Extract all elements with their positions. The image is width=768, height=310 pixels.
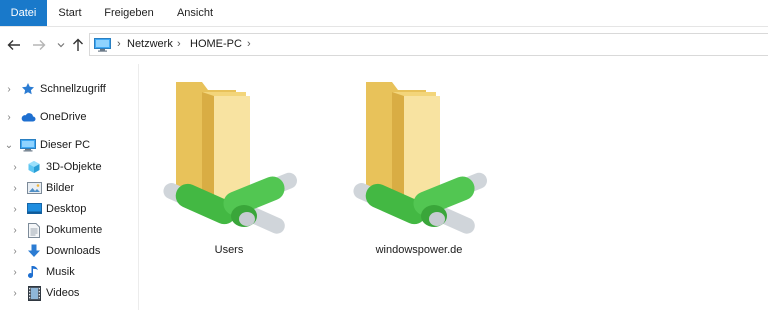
downloads-icon bbox=[26, 243, 42, 259]
chevron-right-icon[interactable]: › bbox=[4, 84, 14, 95]
tab-file[interactable]: Datei bbox=[0, 0, 47, 26]
sidebar-item-pictures[interactable]: › Bilder bbox=[10, 178, 74, 198]
star-icon bbox=[20, 81, 36, 97]
navigation-pane: › Schnellzugriff › OneDrive ⌄ Dieser PC … bbox=[0, 64, 139, 310]
desktop-icon bbox=[26, 201, 42, 217]
navigation-bar: › Netzwerk › HOME-PC › bbox=[0, 27, 768, 63]
pictures-icon bbox=[26, 180, 42, 196]
share-item-users[interactable]: Users bbox=[154, 66, 304, 266]
back-button[interactable] bbox=[6, 36, 22, 54]
tab-share[interactable]: Freigeben bbox=[96, 0, 162, 26]
recent-locations-button[interactable] bbox=[53, 36, 69, 54]
chevron-right-icon[interactable]: › bbox=[10, 183, 20, 194]
chevron-right-icon[interactable]: › bbox=[10, 225, 20, 236]
chevron-right-icon[interactable]: › bbox=[10, 267, 20, 278]
shared-folder-icon bbox=[353, 82, 487, 234]
breadcrumb-separator-icon[interactable]: › bbox=[117, 38, 121, 50]
breadcrumb-network[interactable]: Netzwerk bbox=[127, 38, 173, 50]
breadcrumb-separator-icon[interactable]: › bbox=[247, 38, 251, 50]
chevron-down-icon[interactable]: ⌄ bbox=[4, 140, 14, 151]
sidebar-item-desktop[interactable]: › Desktop bbox=[10, 199, 86, 219]
sidebar-item-videos[interactable]: › Videos bbox=[10, 283, 79, 303]
sidebar-item-quick-access[interactable]: › Schnellzugriff bbox=[4, 79, 106, 99]
sidebar-item-label: 3D-Objekte bbox=[46, 161, 102, 173]
breadcrumb-separator-icon[interactable]: › bbox=[177, 38, 181, 50]
chevron-right-icon[interactable]: › bbox=[10, 288, 20, 299]
arrow-up-icon bbox=[73, 38, 83, 51]
sidebar-item-label: Musik bbox=[46, 266, 75, 278]
item-label: windowspower.de bbox=[375, 244, 463, 256]
sidebar-item-label: Videos bbox=[46, 287, 80, 299]
sidebar-item-label: Desktop bbox=[46, 203, 87, 215]
sidebar-item-downloads[interactable]: › Downloads bbox=[10, 241, 100, 261]
computer-icon bbox=[94, 38, 111, 55]
3d-objects-icon bbox=[26, 159, 42, 175]
sidebar-item-music[interactable]: › Musik bbox=[10, 262, 75, 282]
forward-button[interactable] bbox=[31, 36, 47, 54]
tab-start[interactable]: Start bbox=[50, 0, 90, 26]
share-item-windowspower[interactable]: windowspower.de bbox=[344, 66, 494, 266]
sidebar-item-label: Dokumente bbox=[46, 224, 103, 236]
sidebar-item-3d-objects[interactable]: › 3D-Objekte bbox=[10, 157, 102, 177]
chevron-right-icon[interactable]: › bbox=[10, 246, 20, 257]
sidebar-item-this-pc[interactable]: ⌄ Dieser PC bbox=[4, 135, 90, 155]
cloud-icon bbox=[20, 109, 36, 125]
sidebar-item-label: Schnellzugriff bbox=[40, 83, 106, 95]
arrow-left-icon bbox=[7, 40, 20, 50]
chevron-right-icon[interactable]: › bbox=[10, 204, 20, 215]
content-area: Users windowspower.de bbox=[139, 64, 768, 310]
sidebar-item-label: Bilder bbox=[46, 182, 75, 194]
chevron-right-icon[interactable]: › bbox=[4, 112, 14, 123]
music-icon bbox=[26, 264, 42, 280]
chevron-down-icon bbox=[57, 43, 65, 48]
arrow-right-icon bbox=[33, 40, 46, 50]
shared-folder-icon bbox=[163, 82, 297, 234]
sidebar-item-label: OneDrive bbox=[40, 111, 87, 123]
item-label: Users bbox=[214, 244, 244, 256]
sidebar-item-onedrive[interactable]: › OneDrive bbox=[4, 107, 86, 127]
computer-icon bbox=[20, 137, 36, 153]
sidebar-item-label: Dieser PC bbox=[40, 139, 91, 151]
sidebar-item-label: Downloads bbox=[46, 245, 101, 257]
up-button[interactable] bbox=[70, 36, 86, 54]
videos-icon bbox=[26, 285, 42, 301]
sidebar-item-documents[interactable]: › Dokumente bbox=[10, 220, 102, 240]
address-bar[interactable]: › Netzwerk › HOME-PC › bbox=[89, 33, 768, 56]
ribbon-tabs: Datei Start Freigeben Ansicht bbox=[0, 0, 768, 27]
documents-icon bbox=[26, 222, 42, 238]
tab-view[interactable]: Ansicht bbox=[167, 0, 223, 26]
breadcrumb-home-pc[interactable]: HOME-PC bbox=[190, 38, 242, 50]
chevron-right-icon[interactable]: › bbox=[10, 162, 20, 173]
